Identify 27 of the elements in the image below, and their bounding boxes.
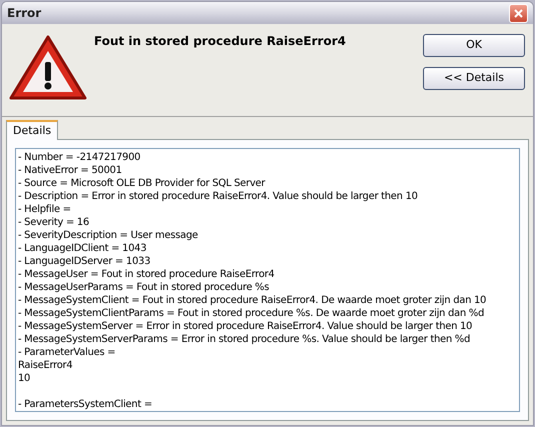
detail-line: RaiseError4 — [18, 359, 74, 372]
detail-line: - NativeError = 50001 — [18, 164, 123, 177]
detail-line: - MessageSystemServerParams = Error in stored procedure %s. Value should be larger then %d — [18, 333, 472, 346]
detail-line: - SeverityDescription = User message — [18, 229, 199, 242]
detail-line: - MessageUser = Fout in stored procedure RaiseError4 — [18, 268, 276, 281]
detail-line: 10 — [18, 372, 32, 385]
detail-line: - Severity = 16 — [18, 216, 90, 229]
dialog-button[interactable]: OK — [423, 34, 525, 57]
dialog-button[interactable]: << Details — [423, 67, 525, 90]
error-heading: Fout in stored procedure RaiseError4 — [94, 33, 347, 50]
detail-line: - Helpfile = — [18, 203, 72, 216]
detail-line: - MessageSystemServer = Error in stored procedure RaiseError4. Value should be larger then 10 — [18, 320, 474, 333]
close-button[interactable] — [509, 4, 528, 22]
detail-line: - LanguageIDClient = 1043 — [18, 242, 148, 255]
detail-line: - Number = -2147217900 — [18, 151, 142, 164]
detail-line: - MessageSystemClient = Fout in stored procedure RaiseError4. De waarde moet groter zijn dan 10 — [18, 294, 488, 307]
tab[interactable]: Details — [6, 120, 58, 140]
detail-line: - MessageSystemClientParams = Fout in stored procedure %s. De waarde moet groter zijn dan %d — [18, 307, 486, 320]
detail-line: - LanguageIDServer = 1033 — [18, 255, 152, 268]
detail-line: - MessageUserParams = Fout in stored procedure %s — [18, 281, 270, 294]
warning-icon — [8, 34, 88, 102]
detail-line: - ParameterValues = — [18, 346, 116, 359]
close-icon — [514, 8, 523, 18]
window-title: Error — [7, 5, 42, 22]
detail-line: - Source = Microsoft OLE DB Provider for SQL Server — [18, 177, 266, 190]
detail-line: - Description = Error in stored procedure RaiseError4. Value should be larger then 10 — [18, 190, 419, 203]
detail-line: - ParametersSystemClient = — [18, 398, 154, 411]
